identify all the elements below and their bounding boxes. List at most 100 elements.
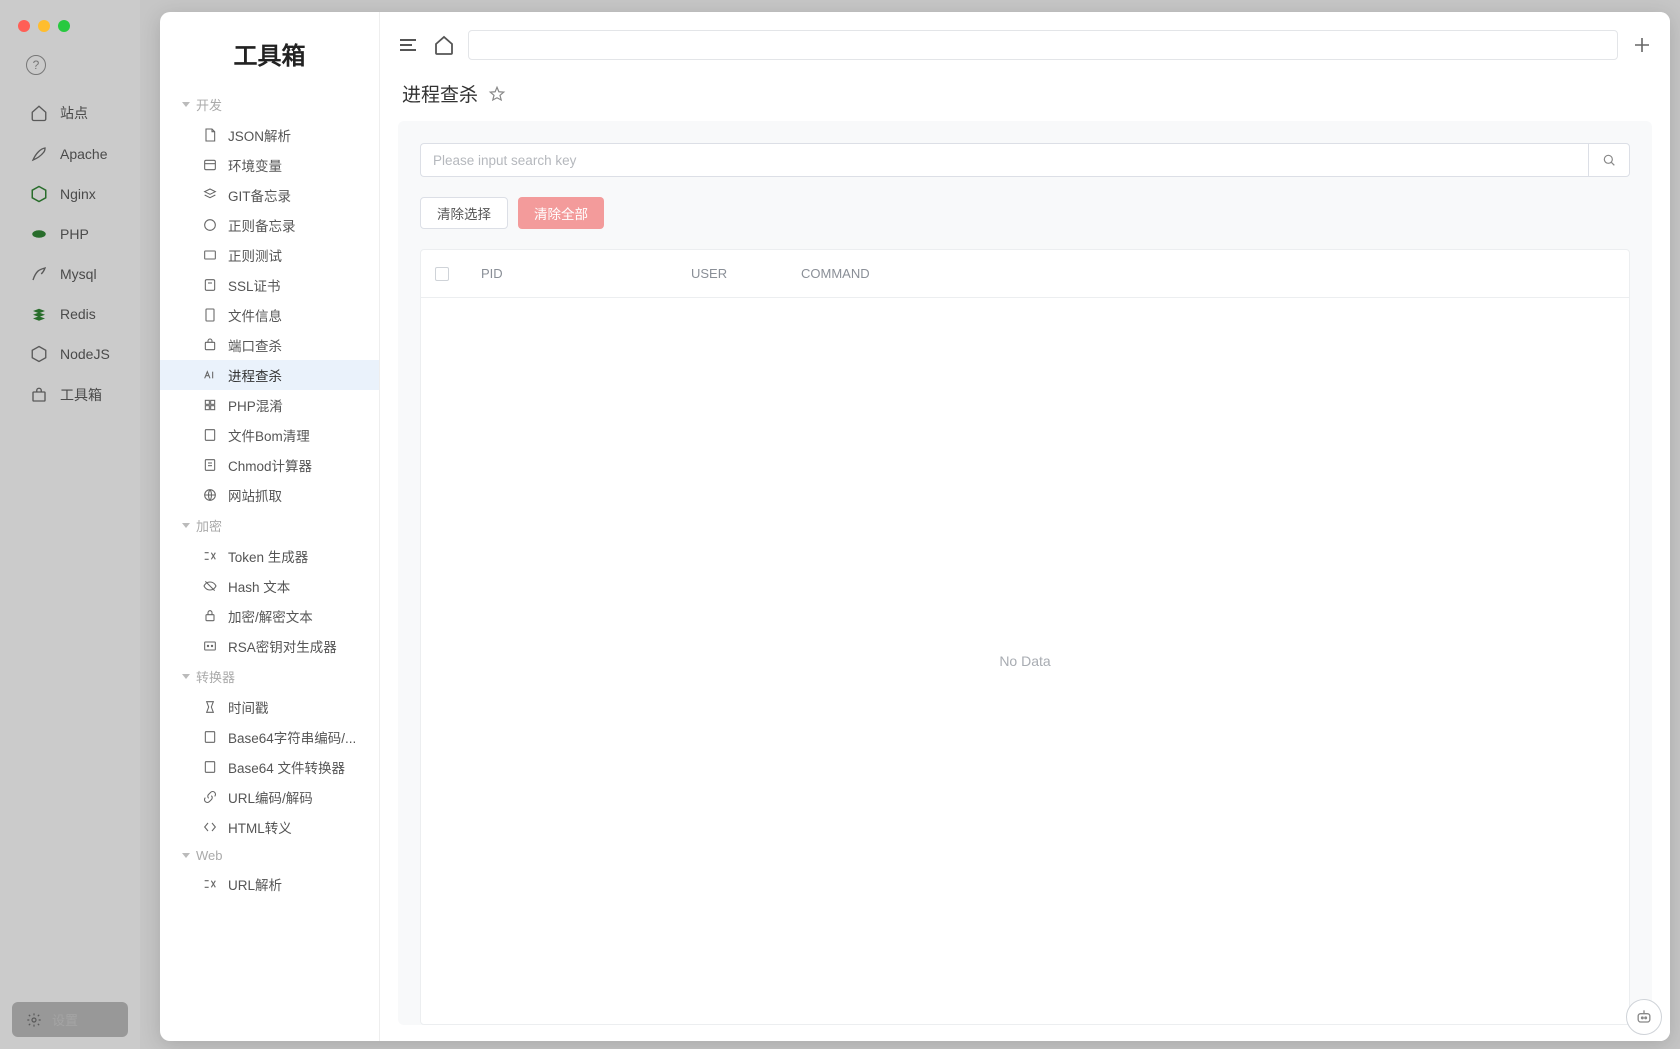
feather-icon bbox=[30, 145, 48, 163]
category-label: 加密 bbox=[196, 516, 222, 535]
button-row: 清除选择 清除全部 bbox=[420, 197, 1630, 229]
category-1[interactable]: 加密 bbox=[160, 510, 379, 541]
caret-down-icon bbox=[182, 102, 190, 107]
caret-down-icon bbox=[182, 523, 190, 528]
caret-down-icon bbox=[182, 674, 190, 679]
clear-selection-button[interactable]: 清除选择 bbox=[420, 197, 508, 229]
help-icon[interactable]: ? bbox=[26, 55, 46, 75]
sidebar-item-label: Apache bbox=[60, 146, 107, 162]
category-2[interactable]: 转换器 bbox=[160, 661, 379, 692]
minimize-window-button[interactable] bbox=[38, 20, 50, 32]
sidebar-item-label: Redis bbox=[60, 306, 96, 322]
tool-icon bbox=[202, 759, 218, 775]
tool-item-label: Hash 文本 bbox=[228, 576, 290, 596]
caret-down-icon bbox=[182, 853, 190, 858]
sidebar-item-redis[interactable]: Redis bbox=[0, 294, 140, 334]
toolbox-panel: 工具箱 开发 JSON解析环境变量 GIT备忘录正则备忘录正则测试SSL证书文件信息… bbox=[160, 12, 1670, 1041]
select-all-checkbox[interactable] bbox=[435, 267, 481, 281]
tool-icon bbox=[202, 367, 218, 383]
sidebar-item-php[interactable]: PHP bbox=[0, 214, 140, 254]
tool-icon bbox=[202, 578, 218, 594]
tool-item-label: 环境变量 bbox=[228, 155, 282, 175]
tool-item-label: Token 生成器 bbox=[228, 546, 308, 566]
favorite-button[interactable] bbox=[488, 85, 506, 103]
sidebar-item-label: Nginx bbox=[60, 186, 96, 202]
tool-item-label: PHP混淆 bbox=[228, 395, 283, 415]
sidebar-item-toolbox[interactable]: 工具箱 bbox=[0, 374, 140, 416]
tool-item[interactable]: 正则备忘录 bbox=[160, 210, 379, 240]
redis-icon bbox=[30, 305, 48, 323]
sidebar-item-sites[interactable]: 站点 bbox=[0, 92, 140, 134]
tool-item[interactable]: Base64字符串编码/... bbox=[160, 722, 379, 752]
tool-icon bbox=[202, 729, 218, 745]
table-header: PID USER COMMAND bbox=[421, 250, 1629, 298]
category-3[interactable]: Web bbox=[160, 842, 379, 869]
tool-item[interactable]: 加密/解密文本 bbox=[160, 601, 379, 631]
tool-item[interactable]: 环境变量 bbox=[160, 150, 379, 180]
tool-item[interactable]: 文件Bom清理 bbox=[160, 420, 379, 450]
tool-icon bbox=[202, 307, 218, 323]
tool-item-label: GIT备忘录 bbox=[228, 185, 291, 205]
tool-icon bbox=[202, 127, 218, 143]
process-card: 清除选择 清除全部 PID USER COMMAND No Data bbox=[398, 121, 1652, 1025]
php-icon bbox=[30, 225, 48, 243]
tool-item[interactable]: 进程查杀 bbox=[160, 360, 379, 390]
sidebar-item-apache[interactable]: Apache bbox=[0, 134, 140, 174]
omnibox-input[interactable] bbox=[468, 30, 1618, 60]
tool-item[interactable]: 时间戳 bbox=[160, 692, 379, 722]
column-user: USER bbox=[691, 266, 801, 281]
search-input[interactable] bbox=[420, 143, 1588, 177]
close-window-button[interactable] bbox=[18, 20, 30, 32]
tool-item[interactable]: 正则测试 bbox=[160, 240, 379, 270]
clear-all-button[interactable]: 清除全部 bbox=[518, 197, 604, 229]
tool-item-label: 时间戳 bbox=[228, 697, 269, 717]
tool-item[interactable]: GIT备忘录 bbox=[160, 180, 379, 210]
tool-item[interactable]: SSL证书 bbox=[160, 270, 379, 300]
page-title-row: 进程查杀 bbox=[396, 78, 1654, 121]
search-button[interactable] bbox=[1588, 143, 1630, 177]
assistant-bubble-button[interactable] bbox=[1626, 999, 1662, 1035]
tool-icon bbox=[202, 457, 218, 473]
menu-toggle-button[interactable] bbox=[396, 33, 420, 57]
tool-item[interactable]: 文件信息 bbox=[160, 300, 379, 330]
nginx-icon bbox=[30, 185, 48, 203]
category-label: 转换器 bbox=[196, 667, 235, 686]
home-button[interactable] bbox=[432, 33, 456, 57]
tool-icon bbox=[202, 789, 218, 805]
tool-item[interactable]: 网站抓取 bbox=[160, 480, 379, 510]
tool-item[interactable]: Hash 文本 bbox=[160, 571, 379, 601]
tool-item[interactable]: RSA密钥对生成器 bbox=[160, 631, 379, 661]
tool-item[interactable]: Token 生成器 bbox=[160, 541, 379, 571]
tool-item-label: URL编码/解码 bbox=[228, 787, 313, 807]
tool-item[interactable]: 端口查杀 bbox=[160, 330, 379, 360]
sidebar-item-nodejs[interactable]: NodeJS bbox=[0, 334, 140, 374]
database-icon bbox=[30, 265, 48, 283]
category-0[interactable]: 开发 bbox=[160, 89, 379, 120]
category-label: 开发 bbox=[196, 95, 222, 114]
tool-icon bbox=[202, 638, 218, 654]
window-traffic-lights[interactable] bbox=[18, 20, 70, 32]
add-button[interactable] bbox=[1630, 33, 1654, 57]
maximize-window-button[interactable] bbox=[58, 20, 70, 32]
tool-item[interactable]: URL解析 bbox=[160, 869, 379, 899]
tool-item[interactable]: HTML转义 bbox=[160, 812, 379, 842]
search-row bbox=[420, 143, 1630, 177]
sidebar-item-nginx[interactable]: Nginx bbox=[0, 174, 140, 214]
tool-item[interactable]: JSON解析 bbox=[160, 120, 379, 150]
tool-icon bbox=[202, 487, 218, 503]
tool-item[interactable]: Base64 文件转换器 bbox=[160, 752, 379, 782]
tool-item[interactable]: PHP混淆 bbox=[160, 390, 379, 420]
process-table: PID USER COMMAND No Data bbox=[420, 249, 1630, 1025]
tool-icon bbox=[202, 187, 218, 203]
tool-item[interactable]: Chmod计算器 bbox=[160, 450, 379, 480]
tool-icon bbox=[202, 699, 218, 715]
tool-item-label: Base64字符串编码/... bbox=[228, 727, 356, 747]
sidebar-item-label: PHP bbox=[60, 226, 89, 242]
settings-button[interactable]: 设置 bbox=[12, 1002, 128, 1037]
tool-icon bbox=[202, 397, 218, 413]
tool-item-label: 端口查杀 bbox=[228, 335, 282, 355]
sidebar-item-label: Mysql bbox=[60, 266, 97, 282]
tool-item[interactable]: URL编码/解码 bbox=[160, 782, 379, 812]
toolbox-title: 工具箱 bbox=[160, 12, 379, 89]
sidebar-item-mysql[interactable]: Mysql bbox=[0, 254, 140, 294]
